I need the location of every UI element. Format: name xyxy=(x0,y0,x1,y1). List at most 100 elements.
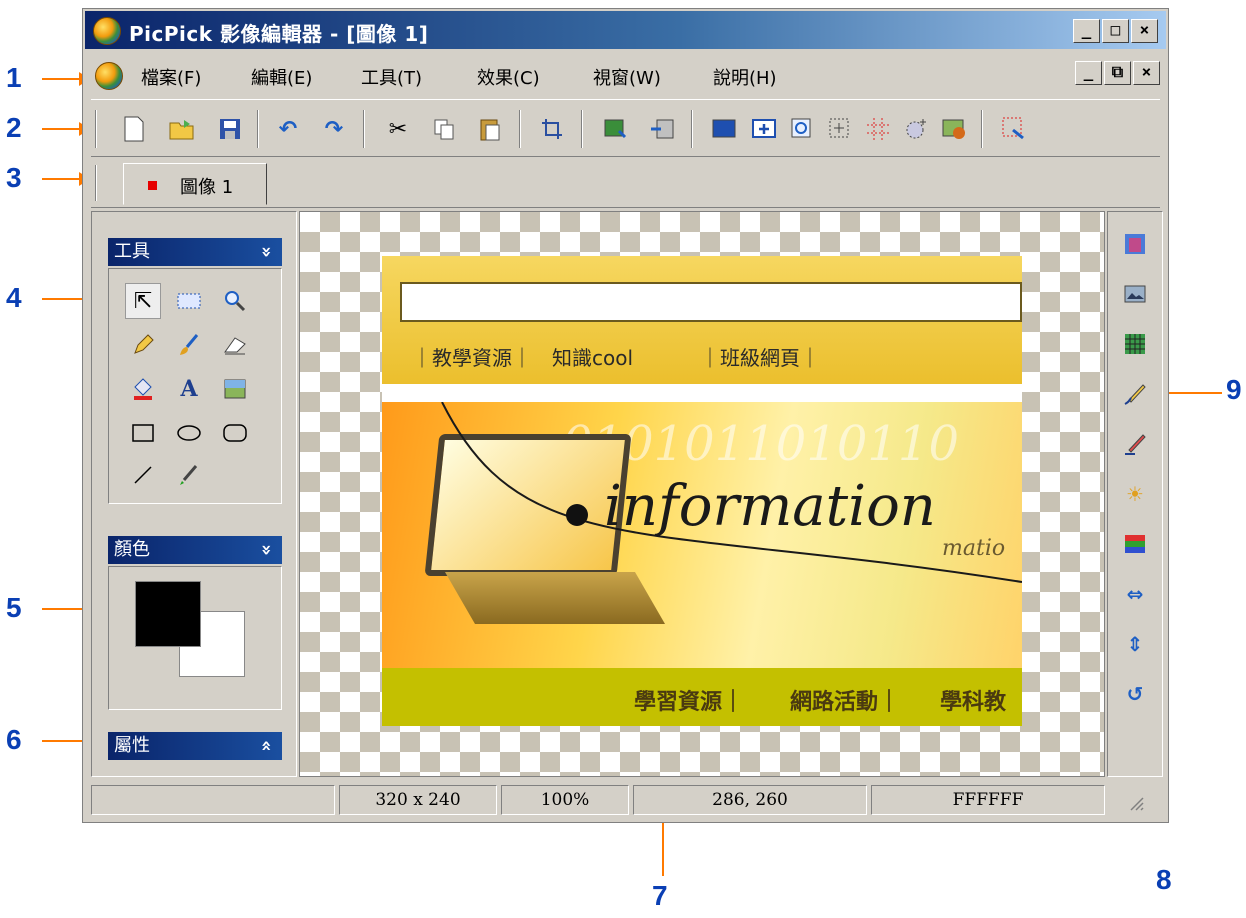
color-panel-title: 顏色 xyxy=(114,539,150,560)
copy-icon[interactable] xyxy=(427,112,461,146)
color-panel-header[interactable]: 顏色 » xyxy=(108,536,282,564)
collapse-chevron-icon[interactable]: » xyxy=(252,246,280,258)
color-panel xyxy=(108,566,282,710)
magnifier-tool-icon[interactable] xyxy=(217,283,253,319)
zoom-icon[interactable] xyxy=(785,112,819,146)
cut-icon[interactable]: ✂ xyxy=(381,112,415,146)
callout-5: 5 xyxy=(6,592,22,623)
magic-icon[interactable] xyxy=(899,112,933,146)
menu-tools[interactable]: 工具(T) xyxy=(361,64,422,90)
callout-4: 4 xyxy=(6,282,22,313)
tools-panel: ⇱ A xyxy=(108,268,282,504)
tab-image-1[interactable]: 圖像 1 xyxy=(123,163,267,205)
pointer-tool-icon[interactable]: ⇱ xyxy=(125,283,161,319)
new-icon[interactable] xyxy=(117,112,151,146)
brush-tool-icon[interactable] xyxy=(171,327,207,363)
callout-2: 2 xyxy=(6,112,22,143)
pencil-tool-icon[interactable] xyxy=(125,327,161,363)
picpick-app-icon xyxy=(93,17,121,45)
window-title: PicPick 影像編輯器 - [圖像 1] xyxy=(129,22,429,46)
left-panel: 工具 » ⇱ A 顏色 » 屬性 « xyxy=(91,211,297,777)
close-button[interactable]: × xyxy=(1131,19,1158,43)
line-tool-icon[interactable] xyxy=(125,457,161,493)
eraser-tool-icon[interactable] xyxy=(217,327,253,363)
callout-3: 3 xyxy=(6,162,22,193)
mdi-restore-button[interactable]: ⧉ xyxy=(1104,61,1131,85)
foreground-color-swatch[interactable] xyxy=(135,581,201,647)
image-headline: information xyxy=(604,474,936,539)
brightness-icon[interactable]: ☀ xyxy=(1121,480,1149,508)
image-nav-item: 知識cool xyxy=(552,346,634,370)
select-icon[interactable] xyxy=(823,112,857,146)
menu-file[interactable]: 檔案(F) xyxy=(141,64,201,90)
tab-image-icon xyxy=(148,181,157,190)
capture-icon[interactable] xyxy=(997,112,1031,146)
color-picker-tool-icon[interactable] xyxy=(171,457,207,493)
image-black-dot xyxy=(566,504,588,526)
image-footer-item: 學習資源｜ xyxy=(634,690,745,715)
ellipse-tool-icon[interactable] xyxy=(171,415,207,451)
maximize-button[interactable]: □ xyxy=(1102,19,1129,43)
redo-icon[interactable]: ↷ xyxy=(317,112,351,146)
rounded-rect-tool-icon[interactable] xyxy=(217,415,253,451)
title-bar[interactable]: PicPick 影像編輯器 - [圖像 1] _ □ × xyxy=(85,11,1166,49)
status-bar: 320 x 240 100% 286, 260 FFFFFF xyxy=(91,783,1160,817)
image-tool-icon[interactable] xyxy=(217,371,253,407)
adjust-icon[interactable] xyxy=(1121,230,1149,258)
menu-effects[interactable]: 效果(C) xyxy=(477,64,540,90)
menu-help[interactable]: 說明(H) xyxy=(713,64,777,90)
crop-icon[interactable] xyxy=(535,112,569,146)
undo-icon[interactable]: ↶ xyxy=(271,112,305,146)
status-zoom: 100% xyxy=(501,785,629,815)
canvas-area[interactable]: ｜教學資源｜ 知識cool ｜班級網頁｜ 0101011010110 infor… xyxy=(299,211,1105,777)
save-icon[interactable] xyxy=(213,112,247,146)
image-footer-item: 網路活動｜ xyxy=(790,690,901,715)
flip-horizontal-icon[interactable]: ⇔ xyxy=(1121,580,1149,608)
status-message xyxy=(91,785,335,815)
color-balance-icon[interactable] xyxy=(1121,530,1149,558)
fill-bucket-tool-icon[interactable] xyxy=(125,371,161,407)
effects-sidebar: ☀ ⇔ ⇕ ↺ xyxy=(1107,211,1163,777)
image-search-box xyxy=(400,282,1022,322)
callout-1: 1 xyxy=(6,62,22,93)
rotate-icon[interactable]: ↺ xyxy=(1121,680,1149,708)
tools-panel-header[interactable]: 工具 » xyxy=(108,238,282,266)
pen-red-icon[interactable] xyxy=(1121,430,1149,458)
image-nav-item: ｜班級網頁｜ xyxy=(700,346,820,370)
size-grip-icon[interactable] xyxy=(1109,785,1161,815)
callout-7: 7 xyxy=(652,880,668,911)
rect-select-tool-icon[interactable] xyxy=(171,283,207,319)
image-footer-item: 學科教 xyxy=(940,690,1007,715)
paste-icon[interactable] xyxy=(473,112,507,146)
expand-chevron-icon[interactable]: « xyxy=(252,740,280,752)
rectangle-tool-icon[interactable] xyxy=(125,415,161,451)
import-icon[interactable] xyxy=(599,112,633,146)
document-menu-icon[interactable] xyxy=(95,62,123,90)
toolbar: ↶ ↷ ✂ xyxy=(91,99,1160,157)
mdi-minimize-button[interactable]: _ xyxy=(1075,61,1102,85)
menu-bar: 檔案(F) 編輯(E) 工具(T) 效果(C) 視窗(W) 說明(H) _ ⧉ … xyxy=(85,57,1166,95)
screen-icon[interactable] xyxy=(937,112,971,146)
mosaic-icon[interactable] xyxy=(1121,330,1149,358)
mdi-close-button[interactable]: × xyxy=(1133,61,1160,85)
status-pixel-color: FFFFFF xyxy=(871,785,1105,815)
menu-window[interactable]: 視窗(W) xyxy=(593,64,661,90)
status-image-size: 320 x 240 xyxy=(339,785,497,815)
collapse-chevron-icon[interactable]: » xyxy=(252,544,280,556)
grid-icon[interactable] xyxy=(861,112,895,146)
menu-edit[interactable]: 編輯(E) xyxy=(251,64,312,90)
export-icon[interactable] xyxy=(645,112,679,146)
properties-panel-header[interactable]: 屬性 « xyxy=(108,732,282,760)
image-content[interactable]: ｜教學資源｜ 知識cool ｜班級網頁｜ 0101011010110 infor… xyxy=(382,256,1022,726)
callout-8: 8 xyxy=(1156,864,1172,895)
status-cursor-coords: 286, 260 xyxy=(633,785,867,815)
flip-vertical-icon[interactable]: ⇕ xyxy=(1121,630,1149,658)
minimize-button[interactable]: _ xyxy=(1073,19,1100,43)
fill-icon[interactable] xyxy=(707,112,741,146)
pen-draw-icon[interactable] xyxy=(1121,380,1149,408)
properties-panel-title: 屬性 xyxy=(114,735,150,756)
add-icon[interactable] xyxy=(747,112,781,146)
photo-icon[interactable] xyxy=(1121,280,1149,308)
open-icon[interactable] xyxy=(165,112,199,146)
text-tool-icon[interactable]: A xyxy=(171,371,207,407)
